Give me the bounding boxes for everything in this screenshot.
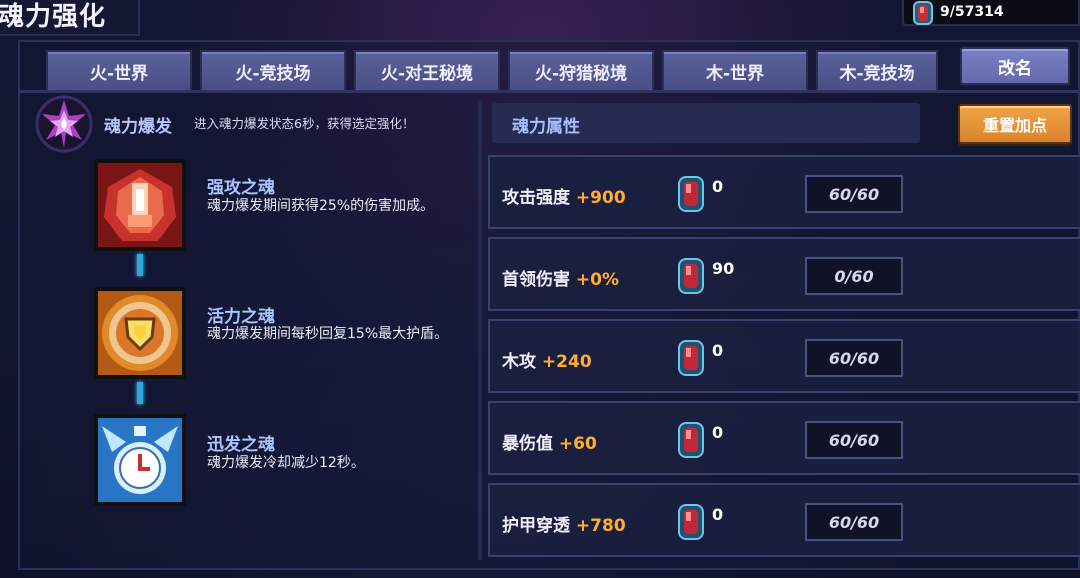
- rename-button[interactable]: 改名: [960, 47, 1070, 85]
- page-title: 魂力强化: [0, 2, 107, 32]
- burst-label: 魂力爆发: [104, 117, 172, 137]
- column-divider: [478, 100, 482, 560]
- soul-description: 魂力爆发冷却减少12秒。: [207, 455, 365, 471]
- attribute-bonus: +60: [558, 434, 597, 454]
- clock-rune-icon[interactable]: [92, 412, 188, 508]
- attribute-level[interactable]: 60/60: [805, 421, 903, 459]
- soul-name: 迅发之魂: [207, 435, 275, 455]
- soul-gem-icon: [678, 422, 704, 458]
- attribute-name: 攻击强度 +900: [502, 188, 626, 208]
- attribute-row: 木攻 +240 0 60/60: [488, 319, 1080, 393]
- attribute-bonus: +780: [575, 516, 626, 536]
- soul-gem-icon: [678, 340, 704, 376]
- tab-fire-boss-realm[interactable]: 火-对王秘境: [354, 50, 500, 90]
- attribute-name: 暴伤值 +60: [502, 434, 597, 454]
- soul-burst-icon: [35, 95, 93, 153]
- title-bar: 魂力强化: [0, 0, 140, 36]
- tab-fire-arena[interactable]: 火-竞技场: [200, 50, 346, 90]
- soul-gem-icon: [678, 176, 704, 212]
- tab-wood-world[interactable]: 木-世界: [662, 50, 808, 90]
- attribute-level[interactable]: 60/60: [805, 339, 903, 377]
- soul-name: 强攻之魂: [207, 178, 275, 198]
- attribute-level[interactable]: 60/60: [805, 175, 903, 213]
- tab-wood-arena[interactable]: 木-竞技场: [816, 50, 938, 90]
- attribute-name: 首领伤害 +0%: [502, 270, 620, 290]
- soul-gem-icon: [678, 258, 704, 294]
- attribute-row: 攻击强度 +900 0 60/60: [488, 155, 1080, 229]
- attribute-name: 护甲穿透 +780: [502, 516, 626, 536]
- currency-value: 9/57314: [940, 4, 1004, 20]
- attribute-row: 暴伤值 +60 0 60/60: [488, 401, 1080, 475]
- reset-points-button[interactable]: 重置加点: [958, 104, 1072, 144]
- gem-cost: 0: [712, 177, 724, 196]
- burst-description: 进入魂力爆发状态6秒，获得选定强化！: [194, 116, 415, 131]
- attributes-title: 魂力属性: [512, 117, 580, 137]
- gem-cost: 90: [712, 259, 735, 278]
- currency-bar: 9/57314: [902, 0, 1080, 26]
- soul-gem-icon: [678, 504, 704, 540]
- soul-link: [137, 382, 143, 404]
- tab-fire-hunt-realm[interactable]: 火-狩猎秘境: [508, 50, 654, 90]
- gem-cost: 0: [712, 341, 724, 360]
- fist-rune-icon[interactable]: [92, 157, 188, 253]
- attribute-bonus: +900: [575, 188, 626, 208]
- tab-fire-world[interactable]: 火-世界: [46, 50, 192, 90]
- attribute-bonus: +240: [541, 352, 592, 372]
- soul-description: 魂力爆发期间获得25%的伤害加成。: [207, 198, 435, 214]
- attribute-row: 护甲穿透 +780 0 60/60: [488, 483, 1080, 557]
- soul-gem-icon: [913, 1, 933, 25]
- gem-cost: 0: [712, 423, 724, 442]
- attribute-level[interactable]: 0/60: [805, 257, 903, 295]
- gem-cost: 0: [712, 505, 724, 524]
- attribute-level[interactable]: 60/60: [805, 503, 903, 541]
- soul-description: 魂力爆发期间每秒回复15%最大护盾。: [207, 326, 449, 342]
- attribute-row: 首领伤害 +0% 90 0/60: [488, 237, 1080, 311]
- tab-divider: [18, 90, 1080, 93]
- shield-rune-icon[interactable]: [92, 285, 188, 381]
- attribute-bonus: +0%: [575, 270, 620, 290]
- attribute-name: 木攻 +240: [502, 352, 592, 372]
- soul-link: [137, 254, 143, 276]
